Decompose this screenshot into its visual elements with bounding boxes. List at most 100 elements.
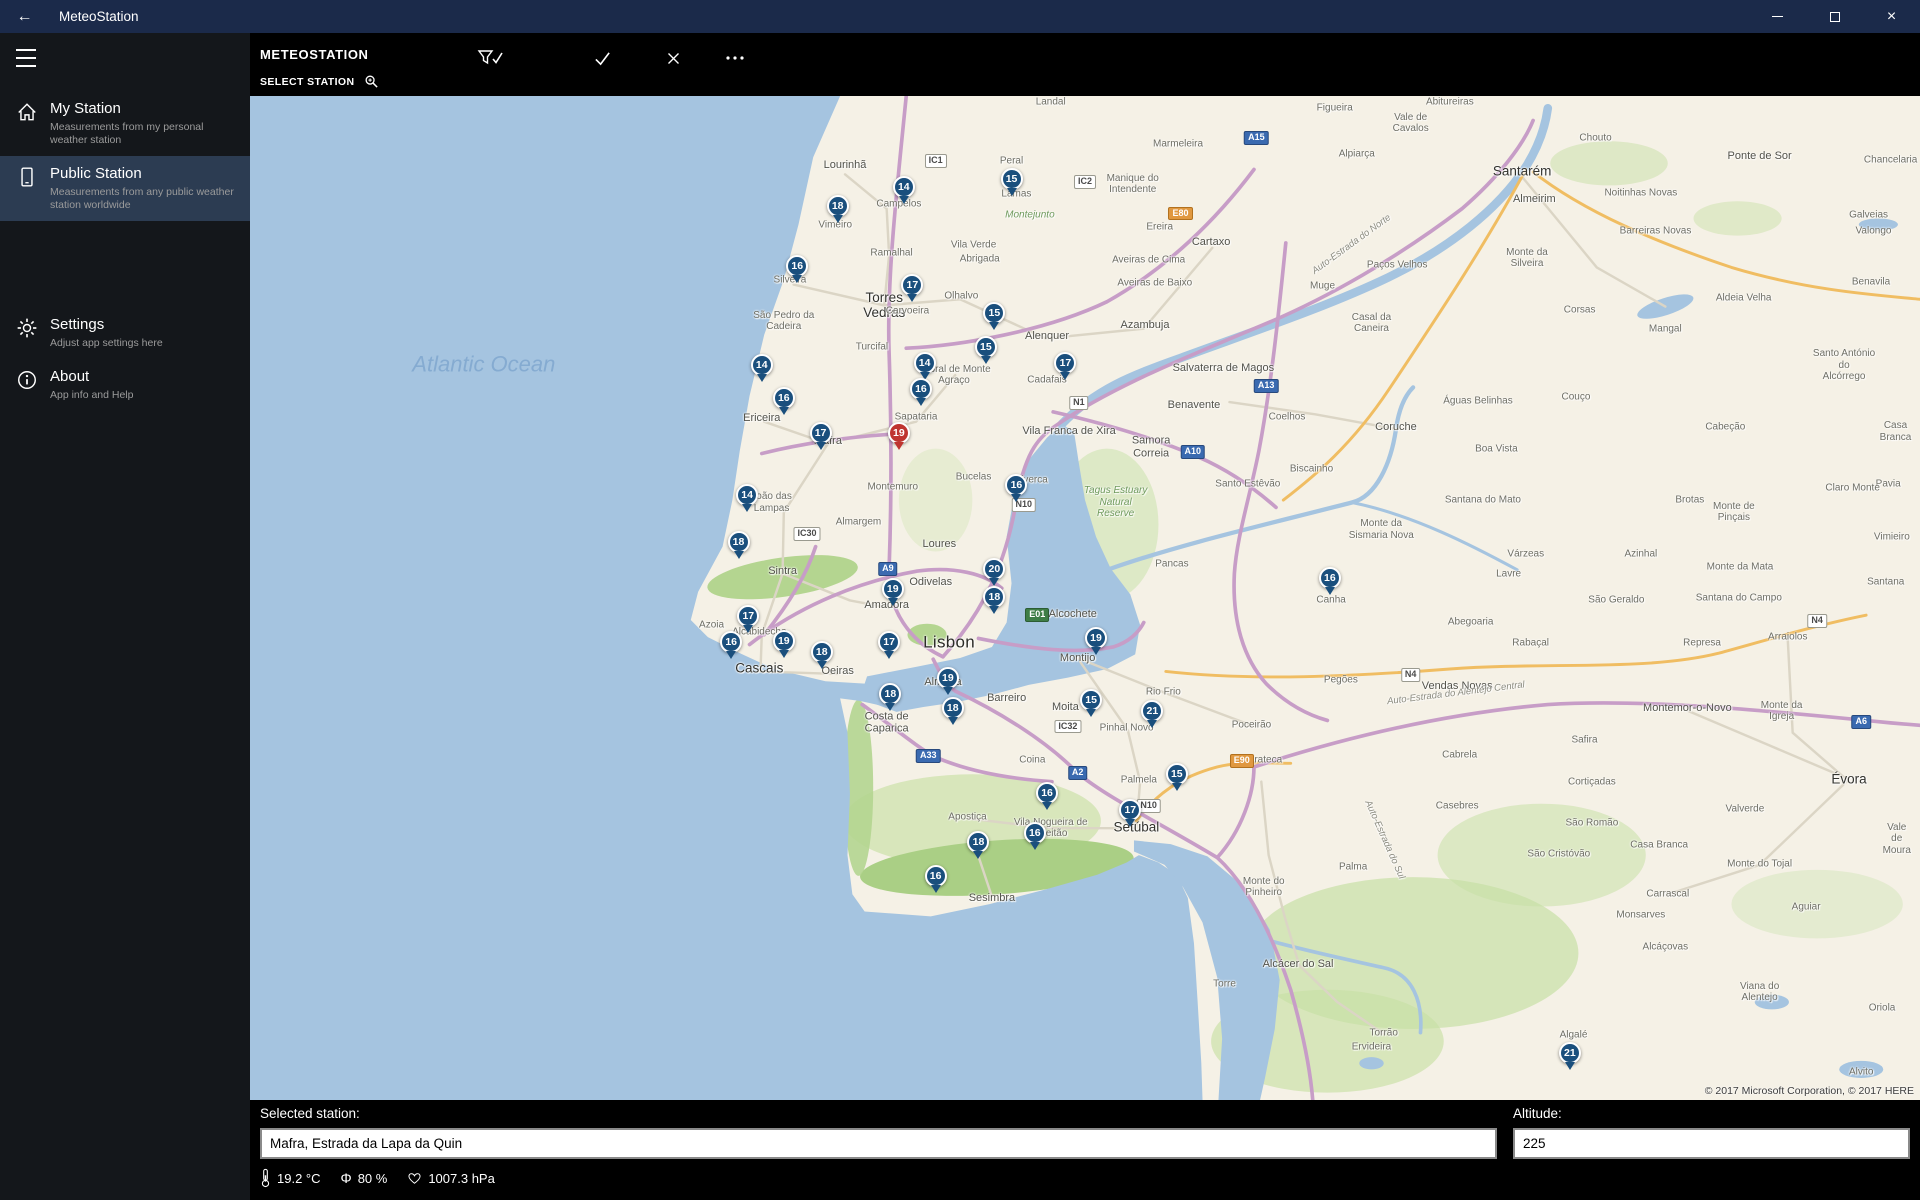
station-marker[interactable]: 14: [914, 352, 936, 374]
accept-button[interactable]: [585, 46, 619, 70]
station-marker[interactable]: 19: [773, 630, 795, 652]
selected-station-input[interactable]: [260, 1128, 1497, 1159]
station-marker[interactable]: 16: [1319, 567, 1341, 589]
close-x-icon: [666, 51, 681, 66]
road-shield: IC30: [794, 527, 821, 541]
pressure-value: 1007.3 hPa: [428, 1171, 495, 1186]
maximize-icon: [1830, 12, 1840, 22]
station-marker[interactable]: 16: [1024, 822, 1046, 844]
station-marker[interactable]: 17: [737, 605, 759, 627]
device-icon: [16, 166, 38, 188]
station-marker[interactable]: 20: [983, 558, 1005, 580]
select-station-label: SELECT STATION: [260, 76, 354, 88]
station-marker[interactable]: 16: [773, 387, 795, 409]
station-marker[interactable]: 18: [983, 586, 1005, 608]
station-marker[interactable]: 18: [728, 531, 750, 553]
minimize-button[interactable]: [1749, 0, 1806, 33]
road-shield: A15: [1244, 131, 1269, 145]
humidity-icon: Φ: [341, 1171, 352, 1185]
station-marker[interactable]: 14: [736, 484, 758, 506]
station-marker[interactable]: 15: [975, 336, 997, 358]
station-marker[interactable]: 14: [893, 176, 915, 198]
thermometer-icon: [260, 1168, 271, 1188]
station-marker[interactable]: 19: [937, 667, 959, 689]
road-shield: A13: [1254, 379, 1279, 393]
station-marker[interactable]: 14: [751, 354, 773, 376]
filter-applied-button[interactable]: [473, 46, 507, 70]
station-marker[interactable]: 21: [1141, 700, 1163, 722]
station-marker[interactable]: 16: [786, 255, 808, 277]
altitude-input[interactable]: [1513, 1128, 1910, 1159]
station-marker-selected[interactable]: 19: [888, 422, 910, 444]
sidebar-item-my-station[interactable]: My StationMeasurements from my personal …: [0, 91, 250, 156]
road-shield: A10: [1180, 445, 1205, 459]
temperature-reading: 19.2 °C: [260, 1168, 321, 1188]
cancel-button[interactable]: [656, 46, 690, 70]
filter-check-icon: [477, 48, 503, 68]
station-marker[interactable]: 15: [1001, 168, 1023, 190]
info-icon: [16, 369, 38, 391]
station-marker[interactable]: 18: [942, 697, 964, 719]
station-marker[interactable]: 16: [910, 378, 932, 400]
station-marker[interactable]: 18: [811, 641, 833, 663]
road-shield: A2: [1068, 766, 1088, 780]
heart-icon: [407, 1171, 422, 1185]
road-shield: N4: [1807, 614, 1827, 628]
station-marker[interactable]: 17: [1054, 352, 1076, 374]
magnifier-icon: [364, 74, 379, 89]
station-marker[interactable]: 18: [879, 683, 901, 705]
bottom-panel: Selected station: Altitude: 19.2 °C Φ 80…: [250, 1100, 1920, 1200]
window-title: MeteoStation: [59, 9, 139, 24]
station-marker[interactable]: 17: [878, 631, 900, 653]
road-shield: IC2: [1074, 175, 1096, 189]
gear-icon: [16, 317, 38, 339]
map-markers: 1415181617151514171416161719141618201619…: [250, 96, 1920, 1100]
station-marker[interactable]: 17: [901, 274, 923, 296]
sidebar-item-settings[interactable]: SettingsAdjust app settings here: [0, 307, 250, 359]
station-marker[interactable]: 16: [925, 865, 947, 887]
pressure-reading: 1007.3 hPa: [407, 1171, 495, 1186]
close-button[interactable]: ×: [1863, 0, 1920, 33]
station-marker[interactable]: 17: [1119, 799, 1141, 821]
zoom-to-station-button[interactable]: [364, 74, 379, 89]
station-marker[interactable]: 15: [1166, 763, 1188, 785]
command-bar: METEOSTATION SELECT STATION: [250, 33, 1920, 96]
station-marker[interactable]: 17: [810, 422, 832, 444]
station-marker[interactable]: 21: [1559, 1042, 1581, 1064]
station-marker[interactable]: 18: [827, 195, 849, 217]
road-shield: E80: [1168, 207, 1192, 221]
sidebar-item-about[interactable]: AboutApp info and Help: [0, 359, 250, 411]
sidebar-nav: My StationMeasurements from my personal …: [0, 91, 250, 411]
humidity-value: 80 %: [358, 1171, 388, 1186]
road-shield: IC32: [1054, 720, 1081, 734]
main-area: METEOSTATION SELECT STATION: [250, 33, 1920, 1200]
temperature-value: 19.2 °C: [277, 1171, 321, 1186]
title-bar: ← MeteoStation ×: [0, 0, 1920, 33]
selected-station-label: Selected station:: [260, 1106, 360, 1121]
ellipsis-icon: [725, 55, 745, 61]
station-marker[interactable]: 18: [967, 831, 989, 853]
menu-button[interactable]: [16, 47, 42, 69]
map[interactable]: Atlantic OceanLourinhãLandalFigueiraVale…: [250, 96, 1920, 1100]
back-arrow-icon: ←: [17, 8, 33, 26]
station-marker[interactable]: 15: [1080, 689, 1102, 711]
close-icon: ×: [1887, 9, 1896, 25]
station-marker[interactable]: 16: [720, 631, 742, 653]
road-shield: A6: [1851, 715, 1871, 729]
altitude-label: Altitude:: [1513, 1106, 1562, 1121]
back-button[interactable]: ←: [0, 0, 49, 33]
map-copyright: © 2017 Microsoft Corporation, © 2017 HER…: [1705, 1085, 1914, 1097]
station-marker[interactable]: 16: [1005, 474, 1027, 496]
more-button[interactable]: [718, 46, 752, 70]
station-marker[interactable]: 19: [882, 578, 904, 600]
road-shield: IC1: [925, 154, 947, 168]
station-marker[interactable]: 19: [1085, 627, 1107, 649]
road-shield: E90: [1230, 754, 1254, 768]
check-icon: [594, 50, 611, 67]
station-marker[interactable]: 15: [983, 302, 1005, 324]
maximize-button[interactable]: [1806, 0, 1863, 33]
sidebar-item-public-station[interactable]: Public StationMeasurements from any publ…: [0, 156, 250, 221]
page-title: METEOSTATION: [260, 47, 369, 62]
minimize-icon: [1772, 16, 1783, 17]
station-marker[interactable]: 16: [1036, 782, 1058, 804]
